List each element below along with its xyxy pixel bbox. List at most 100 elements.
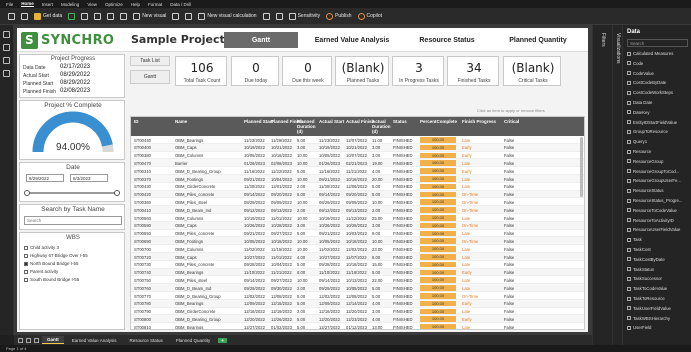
data-table-item[interactable]: TaskSuccessor: [627, 276, 662, 281]
data-table-item[interactable]: Code: [627, 61, 643, 66]
column-header[interactable]: ID: [134, 119, 139, 124]
table-row[interactable]: ST00370 OBM_Footings 09/21/2022 10/04/2022 1…: [131, 175, 584, 183]
data-table-item[interactable]: CostCodeByDate: [627, 80, 666, 85]
menu-data-drill[interactable]: Data / Drill: [170, 2, 191, 7]
gantt-button[interactable]: Gantt: [130, 70, 170, 84]
table-row[interactable]: ST00790 OBM_GirderConcrete 12/16/2022 12/19…: [131, 308, 584, 316]
quick-measure-button[interactable]: [275, 12, 283, 20]
menu-view[interactable]: View: [87, 2, 97, 7]
menu-home[interactable]: Home: [21, 1, 34, 7]
wbs-item[interactable]: Highway 67 Bridge Over I-55: [24, 253, 88, 258]
publish-button[interactable]: Publish: [326, 12, 352, 20]
menu-optimize[interactable]: Optimize: [105, 2, 123, 7]
data-table-item[interactable]: ResourceGroup: [627, 159, 663, 164]
data-table-item[interactable]: UserField: [627, 325, 651, 330]
tab-gantt[interactable]: Gantt: [224, 32, 298, 48]
onelake-button[interactable]: [81, 12, 89, 20]
tab-earned-value-analysis[interactable]: Earned Value Analysis: [302, 32, 402, 48]
model-view-icon[interactable]: [3, 57, 10, 64]
data-table-item[interactable]: ResourceStatus: [627, 188, 664, 193]
table-row[interactable]: ST00590 OBM_Caps 10/26/2022 10/28/2022 3.00 1…: [131, 221, 584, 230]
column-header[interactable]: Critical: [504, 119, 519, 124]
data-table-item[interactable]: TaskWBSHierarchy: [627, 316, 670, 321]
table-row[interactable]: ST00700 OBM_Columns 11/02/2022 11/15/2022 10…: [131, 245, 584, 253]
table-row[interactable]: ST00740 OBM_Bearings 11/10/2022 11/21/2022 8…: [131, 268, 584, 277]
data-table-item[interactable]: ResourceToCodeValue: [627, 208, 677, 213]
date-slider-end-handle[interactable]: [114, 190, 120, 196]
column-header[interactable]: Name: [175, 119, 187, 124]
visualizations-pane[interactable]: Visualizations: [612, 25, 622, 345]
text-box-button[interactable]: [172, 12, 180, 20]
data-table-item[interactable]: TaskCostByDate: [627, 257, 665, 262]
data-table-item[interactable]: CodeValue: [627, 71, 654, 76]
sql-button[interactable]: [94, 12, 102, 20]
data-table-item[interactable]: ResourceStatus_Progre...: [627, 198, 682, 203]
data-table-item[interactable]: ResourceToActivityID: [627, 218, 674, 223]
menu-help[interactable]: Help: [131, 2, 140, 7]
dax-query-icon[interactable]: [3, 70, 10, 77]
table-row[interactable]: ST00470 Barrier 01/26/2023 02/08/2023 10.00 0…: [131, 159, 584, 168]
data-table-item[interactable]: Query1: [627, 139, 647, 144]
table-row[interactable]: ST00550 OBM_Piles_concrete 09/21/2022 09/27…: [131, 230, 584, 238]
data-table-item[interactable]: ResourceUserFieldValue: [627, 227, 680, 232]
data-table-item[interactable]: CostCodeWorkSteps: [627, 90, 673, 95]
wbs-item[interactable]: North Bound Bridge I-55: [24, 261, 79, 266]
report-view-icon[interactable]: [3, 31, 10, 38]
transform-button[interactable]: [107, 12, 115, 20]
column-header[interactable]: Actual Start: [319, 119, 344, 124]
data-table-item[interactable]: Task: [627, 237, 642, 242]
data-table-item[interactable]: DateKey: [627, 110, 649, 115]
menu-insert[interactable]: Insert: [42, 2, 53, 7]
data-table-item[interactable]: TaskStatus: [627, 267, 654, 272]
wbs-item[interactable]: Child activity 3: [24, 245, 59, 250]
nav-first-icon[interactable]: [18, 337, 23, 343]
data-table-item[interactable]: EntityIDStartFieldValue: [627, 120, 677, 125]
table-row[interactable]: ST00800 OBM_D_Bearing_Group 12/20/2022 12/2…: [131, 315, 584, 324]
checkbox-icon[interactable]: [24, 253, 28, 258]
page-tab[interactable]: Earned Value Analysis: [67, 337, 122, 344]
table-row[interactable]: ST00310 OBM_D_Bearing_Group 11/16/2022 11/2…: [131, 167, 584, 175]
table-row[interactable]: ST00440 OBM_Bearings 11/23/2022 11/29/2022 5…: [131, 136, 584, 144]
table-row[interactable]: ST00750 OBM_Piles_steel 09/14/2022 09/27/20…: [131, 276, 584, 285]
column-header[interactable]: PercentComplete: [420, 119, 457, 124]
column-header[interactable]: Status: [393, 119, 407, 124]
menu-file[interactable]: File: [6, 2, 13, 7]
data-table-item[interactable]: ResourceGroupToCod...: [627, 169, 679, 174]
nav-next-icon[interactable]: [34, 337, 39, 343]
table-scrollbar[interactable]: [580, 137, 583, 197]
data-table-item[interactable]: TaskToCodeValue: [627, 286, 667, 291]
column-header[interactable]: Finish Progress: [462, 119, 496, 124]
menu-modeling[interactable]: Modeling: [61, 2, 79, 7]
get-data-button[interactable]: Get data: [34, 12, 62, 20]
data-table-item[interactable]: Resource: [627, 149, 651, 154]
data-table-item[interactable]: TaskCost: [627, 247, 651, 252]
table-row[interactable]: ST00420 OBM_Piles_concrete 09/14/2022 09/20…: [131, 190, 584, 199]
page-tab[interactable]: Gantt: [42, 336, 64, 344]
tab-planned-quantity[interactable]: Planned Quantity: [495, 32, 581, 48]
table-row[interactable]: ST00360 OBM_Piles_steel 08/29/2022 09/09/20…: [131, 198, 584, 207]
menu-format[interactable]: Format: [148, 2, 162, 7]
table-row[interactable]: ST00560 OBM_Columns 10/19/2022 11/01/2022 10…: [131, 214, 584, 222]
new-visual-button[interactable]: New visual: [133, 12, 166, 20]
refresh-button[interactable]: [120, 12, 128, 20]
undo-button[interactable]: [21, 12, 28, 20]
wbs-item[interactable]: Parent activity: [24, 269, 58, 274]
data-table-item[interactable]: Calculated Measures: [627, 51, 673, 56]
wbs-item[interactable]: South Bound Bridge I-55: [24, 277, 79, 282]
column-header[interactable]: Actual Finish: [346, 119, 374, 124]
table-row[interactable]: ST00380 OBM_Columns 10/05/2022 10/18/2022 10…: [131, 152, 584, 160]
checkbox-icon[interactable]: [24, 277, 28, 282]
table-row[interactable]: ST00430 OBM_GirderConcrete 11/30/2022 12/01…: [131, 183, 584, 191]
data-table-item[interactable]: GroupToResource: [627, 129, 668, 134]
table-view-icon[interactable]: [3, 44, 10, 51]
checkbox-icon[interactable]: [24, 245, 28, 250]
sensitivity-button[interactable]: Sensitivity: [288, 12, 320, 20]
data-pane-search[interactable]: Search: [627, 39, 688, 47]
task-search-input[interactable]: Search: [24, 216, 122, 225]
date-slider-start-handle[interactable]: [24, 190, 30, 196]
table-row[interactable]: ST00690 OBM_Footings 10/05/2022 10/18/2022 1…: [131, 237, 584, 246]
new-visual-calculation-button[interactable]: New visual calculation: [198, 12, 257, 20]
column-header[interactable]: Planned Duration (d): [297, 119, 319, 134]
filters-pane[interactable]: Filters: [592, 25, 612, 345]
table-row[interactable]: ST00780 OBM_Bearings 12/09/2022 12/15/2022 5…: [131, 299, 584, 308]
